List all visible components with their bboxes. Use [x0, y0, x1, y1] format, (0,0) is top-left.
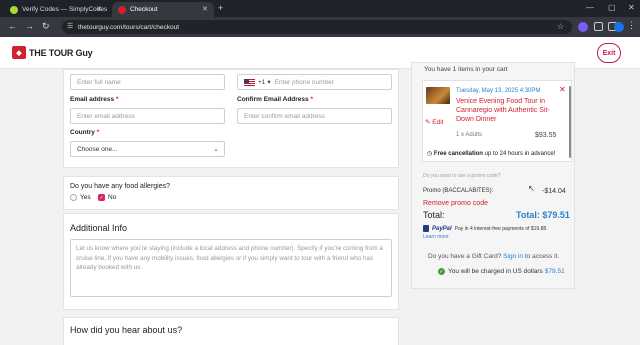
- simplycodes-favicon-icon: [10, 5, 18, 14]
- extension-icon[interactable]: [578, 22, 588, 32]
- maximize-icon[interactable]: ▢: [608, 3, 616, 12]
- minimize-icon[interactable]: —: [586, 3, 594, 12]
- tour-title[interactable]: Venice Evening Food Tour in Cannaregio w…: [456, 97, 562, 124]
- close-window-icon[interactable]: ✕: [628, 3, 635, 12]
- radio-unchecked-icon[interactable]: [70, 194, 77, 201]
- profile-avatar-icon[interactable]: [614, 22, 624, 32]
- country-select[interactable]: Choose one... ⌄: [70, 141, 225, 157]
- browser-menu-icon[interactable]: ⋮: [627, 20, 636, 31]
- paypal-icon: [423, 225, 429, 232]
- country-select-value: Choose one...: [77, 145, 118, 153]
- promo-label: Promo (BACCALABITES):: [423, 188, 494, 194]
- mouse-cursor-icon: ↖: [528, 184, 535, 193]
- full-name-input[interactable]: Enter full name: [70, 74, 225, 90]
- total-value: Total: $79.51: [516, 210, 570, 220]
- extensions-puzzle-icon[interactable]: [594, 22, 603, 31]
- gift-signin-link[interactable]: Sign in: [503, 253, 523, 260]
- radio-checked-icon[interactable]: ✓: [98, 194, 105, 201]
- logo-mark-icon: ◆: [12, 46, 26, 59]
- allergies-card: Do you have any food allergies? Yes ✓ No: [63, 176, 399, 210]
- logo-text: THE TOUR Guy: [29, 47, 93, 58]
- check-circle-icon: ✓: [438, 268, 445, 275]
- email-label: Email address *: [70, 96, 119, 103]
- free-cancellation-note: ◷ Free cancellation up to 24 hours in ad…: [427, 151, 556, 157]
- remove-item-icon[interactable]: ✕: [559, 85, 566, 94]
- browser-tab-bar: Verify Codes — SimplyCodes ✕ Checkout ✕ …: [0, 0, 640, 17]
- currency-notice: ✓ You will be charged in US dollars $79.…: [438, 268, 565, 275]
- additional-info-textarea[interactable]: Let us know where you're staying (includ…: [70, 239, 392, 297]
- cart-item: Tuesday, May 13, 2025 4:30PM Venice Even…: [422, 80, 572, 162]
- tour-price: $93.55: [535, 132, 557, 139]
- phone-placeholder: Enter phone number: [274, 78, 334, 86]
- url-text: thetourguy.com/tours/cart/checkout: [78, 23, 180, 31]
- additional-info-title: Additional Info: [70, 223, 128, 233]
- tour-date: Tuesday, May 13, 2025 4:30PM: [456, 88, 541, 94]
- tour-thumbnail: [426, 87, 450, 104]
- bookmark-star-icon[interactable]: ☆: [557, 22, 564, 31]
- tab-verify-codes[interactable]: Verify Codes — SimplyCodes ✕: [4, 2, 108, 17]
- additional-info-card: Additional Info Let us know where you're…: [63, 213, 399, 310]
- gift-card-prompt: Do you have a Gift Card? Sign in to acce…: [428, 253, 560, 260]
- forward-icon[interactable]: →: [25, 21, 34, 31]
- site-info-icon[interactable]: ☰: [67, 22, 73, 30]
- reload-icon[interactable]: ↻: [42, 21, 50, 32]
- new-tab-icon[interactable]: +: [218, 3, 223, 13]
- allergies-yes-option[interactable]: Yes: [70, 194, 91, 201]
- paypal-pay-later: PayPal Pay in 4 interest-free payments o…: [423, 225, 548, 232]
- promo-discount: -$14.04: [542, 188, 566, 195]
- paypal-learn-more-link[interactable]: Learn more: [423, 234, 449, 240]
- exit-button[interactable]: Exit: [597, 43, 621, 63]
- tab-checkout[interactable]: Checkout ✕: [112, 2, 214, 17]
- hear-about-title: How did you hear about us?: [70, 325, 183, 335]
- promo-code-prompt[interactable]: Do you want to use a promo code?: [423, 173, 501, 179]
- us-flag-icon: [244, 78, 255, 86]
- cart-header: You have 1 items in your cart: [424, 66, 508, 73]
- allergies-question: Do you have any food allergies?: [70, 183, 171, 190]
- tour-guests: 1 x Adults: [456, 132, 483, 138]
- confirm-email-label: Confirm Email Address *: [237, 96, 313, 103]
- allergies-no-option[interactable]: ✓ No: [98, 194, 116, 201]
- cart-summary-panel: You have 1 items in your cart Tuesday, M…: [411, 62, 575, 289]
- cart-scrollbar[interactable]: [569, 86, 571, 158]
- chevron-down-icon: ⌄: [213, 146, 219, 153]
- confirm-email-input[interactable]: Enter confirm email address: [237, 108, 392, 124]
- country-label: Country *: [70, 129, 100, 136]
- remove-promo-link[interactable]: Remove promo code: [423, 200, 488, 207]
- total-label: Total:: [423, 210, 445, 220]
- phone-country-code[interactable]: +1: [258, 79, 265, 86]
- clock-icon: ◷: [427, 151, 433, 157]
- tab-title: Checkout: [130, 6, 158, 13]
- phone-input[interactable]: +1 ▾ Enter phone number: [237, 74, 392, 90]
- edit-item-link[interactable]: ✎ Edit: [425, 118, 443, 126]
- back-icon[interactable]: ←: [8, 21, 17, 31]
- browser-toolbar: ← → ↻ ☰ thetourguy.com/tours/cart/checko…: [0, 17, 640, 37]
- close-tab-icon[interactable]: ✕: [202, 5, 208, 13]
- close-tab-icon[interactable]: ✕: [96, 5, 102, 13]
- tab-title: Verify Codes — SimplyCodes: [22, 6, 108, 13]
- chevron-down-icon: ▾: [267, 79, 271, 86]
- site-logo[interactable]: ◆ THE TOUR Guy: [12, 46, 93, 59]
- email-input[interactable]: Enter email address: [70, 108, 225, 124]
- contact-details-card: Enter full name +1 ▾ Enter phone number …: [63, 69, 399, 168]
- hear-about-card: How did you hear about us?: [63, 317, 399, 345]
- pencil-icon: ✎: [425, 119, 431, 126]
- address-bar[interactable]: ☰ thetourguy.com/tours/cart/checkout ☆: [62, 20, 572, 34]
- tourguy-favicon-icon: [118, 5, 126, 14]
